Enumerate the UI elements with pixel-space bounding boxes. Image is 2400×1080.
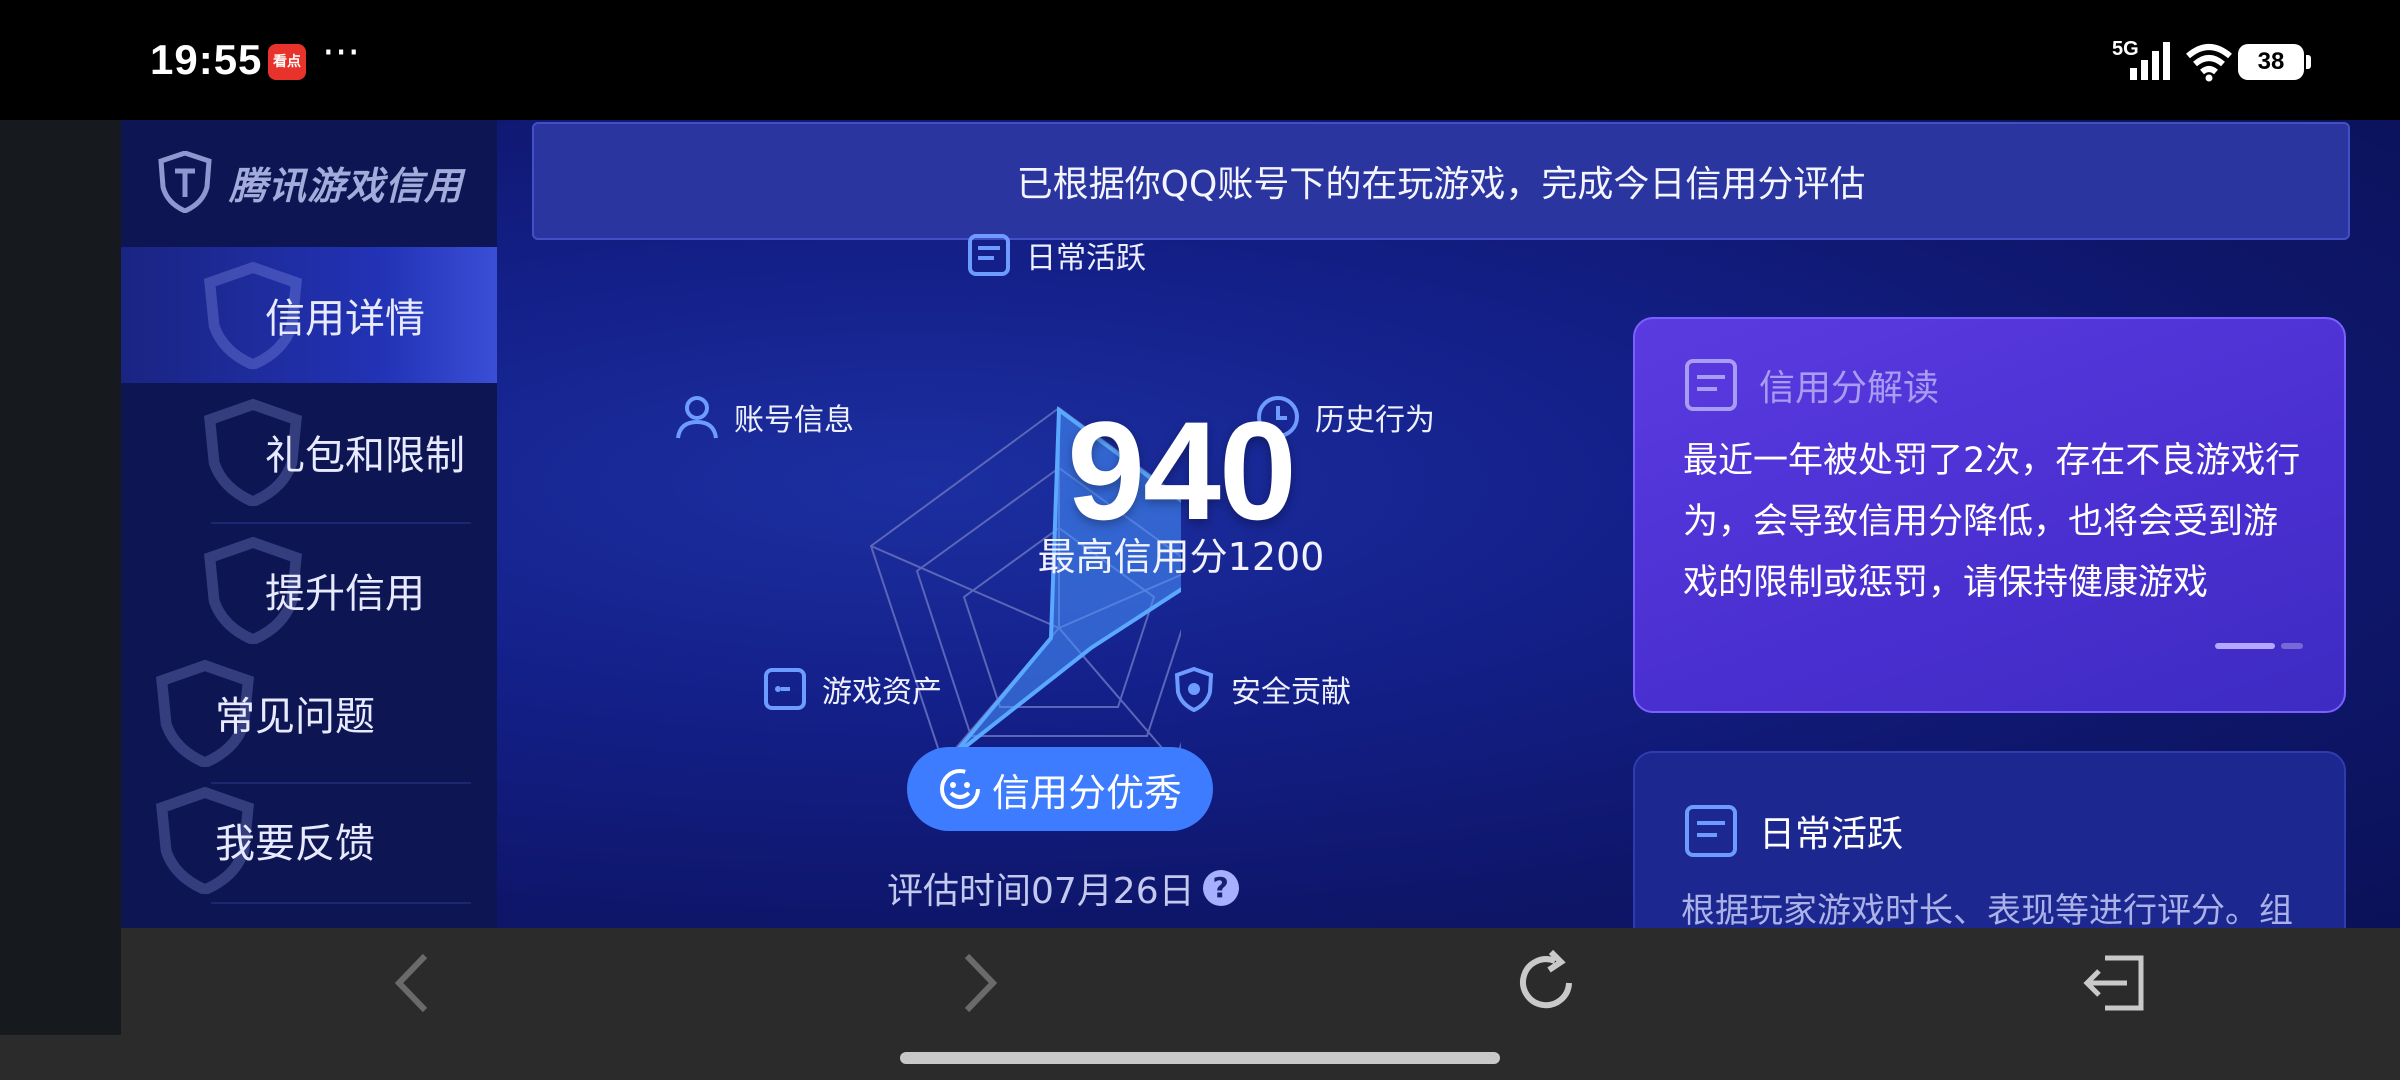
document-icon bbox=[968, 234, 1010, 276]
home-indicator[interactable] bbox=[900, 1052, 1500, 1064]
radar-label-safety: 安全贡献 bbox=[1171, 666, 1351, 712]
radar-label-text: 日常活跃 bbox=[1026, 241, 1146, 276]
exit-icon[interactable] bbox=[2081, 948, 2151, 1018]
sidebar-item-faq[interactable]: 常见问题 bbox=[121, 658, 497, 768]
score-status-badge[interactable]: 信用分优秀 bbox=[907, 747, 1213, 831]
document-icon bbox=[1685, 805, 1737, 857]
sidebar-item-label: 信用详情 bbox=[265, 296, 425, 342]
sidebar-item-credit-details[interactable]: 信用详情 bbox=[121, 247, 497, 383]
daily-activity-card[interactable]: 日常活跃 根据玩家游戏时长、表现等进行评分。组 bbox=[1633, 751, 2346, 928]
card-header: 日常活跃 bbox=[1683, 803, 1903, 859]
shield-logo-icon bbox=[158, 151, 212, 213]
card-title: 信用分解读 bbox=[1759, 368, 1940, 409]
sidebar: 腾讯游戏信用 信用详情 礼包和限制 提升信用 常见问题 我要反馈 bbox=[121, 120, 497, 928]
sidebar-item-improve-credit[interactable]: 提升信用 bbox=[121, 522, 497, 658]
document-icon bbox=[1685, 359, 1737, 411]
status-time: 19:55 bbox=[150, 36, 263, 83]
evaluation-time: 评估时间07月26日 ? bbox=[887, 862, 1239, 914]
sidebar-item-label: 我要反馈 bbox=[215, 821, 375, 867]
left-edge-strip bbox=[0, 120, 121, 1035]
browser-nav-bar bbox=[121, 928, 2400, 1035]
radar-label-account: 账号信息 bbox=[674, 394, 854, 440]
evaluation-time-text: 评估时间07月26日 bbox=[887, 871, 1195, 912]
carousel-indicator bbox=[2215, 643, 2303, 649]
help-icon[interactable]: ? bbox=[1202, 870, 1239, 906]
back-icon[interactable] bbox=[381, 948, 451, 1018]
credit-app: 腾讯游戏信用 信用详情 礼包和限制 提升信用 常见问题 我要反馈 已根据你QQ账… bbox=[121, 120, 2400, 928]
shield-icon bbox=[1174, 666, 1214, 712]
max-score: 最高信用分1200 bbox=[1037, 535, 1325, 579]
sidebar-item-label: 常见问题 bbox=[215, 694, 375, 740]
battery-indicator: 38 bbox=[2238, 44, 2311, 80]
card-header: 信用分解读 bbox=[1683, 357, 1939, 413]
score-status-text: 信用分优秀 bbox=[991, 770, 1182, 815]
radar-label-text: 安全贡献 bbox=[1231, 675, 1351, 710]
card-body: 根据玩家游戏时长、表现等进行评分。组 bbox=[1681, 891, 2293, 928]
forward-icon[interactable] bbox=[941, 948, 1011, 1018]
brand: 腾讯游戏信用 bbox=[157, 151, 464, 213]
sidebar-item-label: 提升信用 bbox=[265, 571, 425, 617]
card-body: 最近一年被处罚了2次，存在不良游戏行为，会导致信用分降低，也将会受到游戏的限制或… bbox=[1683, 441, 2301, 603]
credit-interpretation-card: 信用分解读 最近一年被处罚了2次，存在不良游戏行为，会导致信用分降低，也将会受到… bbox=[1633, 317, 2346, 713]
sidebar-item-label: 礼包和限制 bbox=[265, 433, 465, 479]
sidebar-item-gifts-limits[interactable]: 礼包和限制 bbox=[121, 384, 497, 520]
radar-label-text: 游戏资产 bbox=[822, 675, 942, 710]
page-dot-active bbox=[2215, 643, 2275, 649]
radar-label-daily: 日常活跃 bbox=[966, 232, 1146, 278]
brand-name: 腾讯游戏信用 bbox=[229, 163, 464, 208]
smile-icon bbox=[939, 769, 980, 809]
signal-icon bbox=[2130, 42, 2170, 80]
refresh-icon[interactable] bbox=[1511, 948, 1581, 1018]
page-dot bbox=[2281, 643, 2303, 649]
wifi-icon bbox=[2186, 44, 2232, 82]
user-icon bbox=[676, 396, 718, 439]
radar-label-assets: 游戏资产 bbox=[762, 666, 942, 712]
wallet-icon bbox=[764, 668, 806, 710]
news-app-icon: 看点 bbox=[268, 44, 306, 80]
evaluation-banner: 已根据你QQ账号下的在玩游戏，完成今日信用分评估 bbox=[532, 122, 2350, 240]
status-bar: 19:55 看点 ··· 5G 38 bbox=[0, 0, 2400, 120]
sidebar-item-feedback[interactable]: 我要反馈 bbox=[121, 780, 497, 900]
more-notifications-icon: ··· bbox=[322, 30, 361, 76]
card-title: 日常活跃 bbox=[1759, 814, 1904, 855]
divider bbox=[211, 902, 471, 904]
radar-label-text: 账号信息 bbox=[734, 403, 854, 438]
